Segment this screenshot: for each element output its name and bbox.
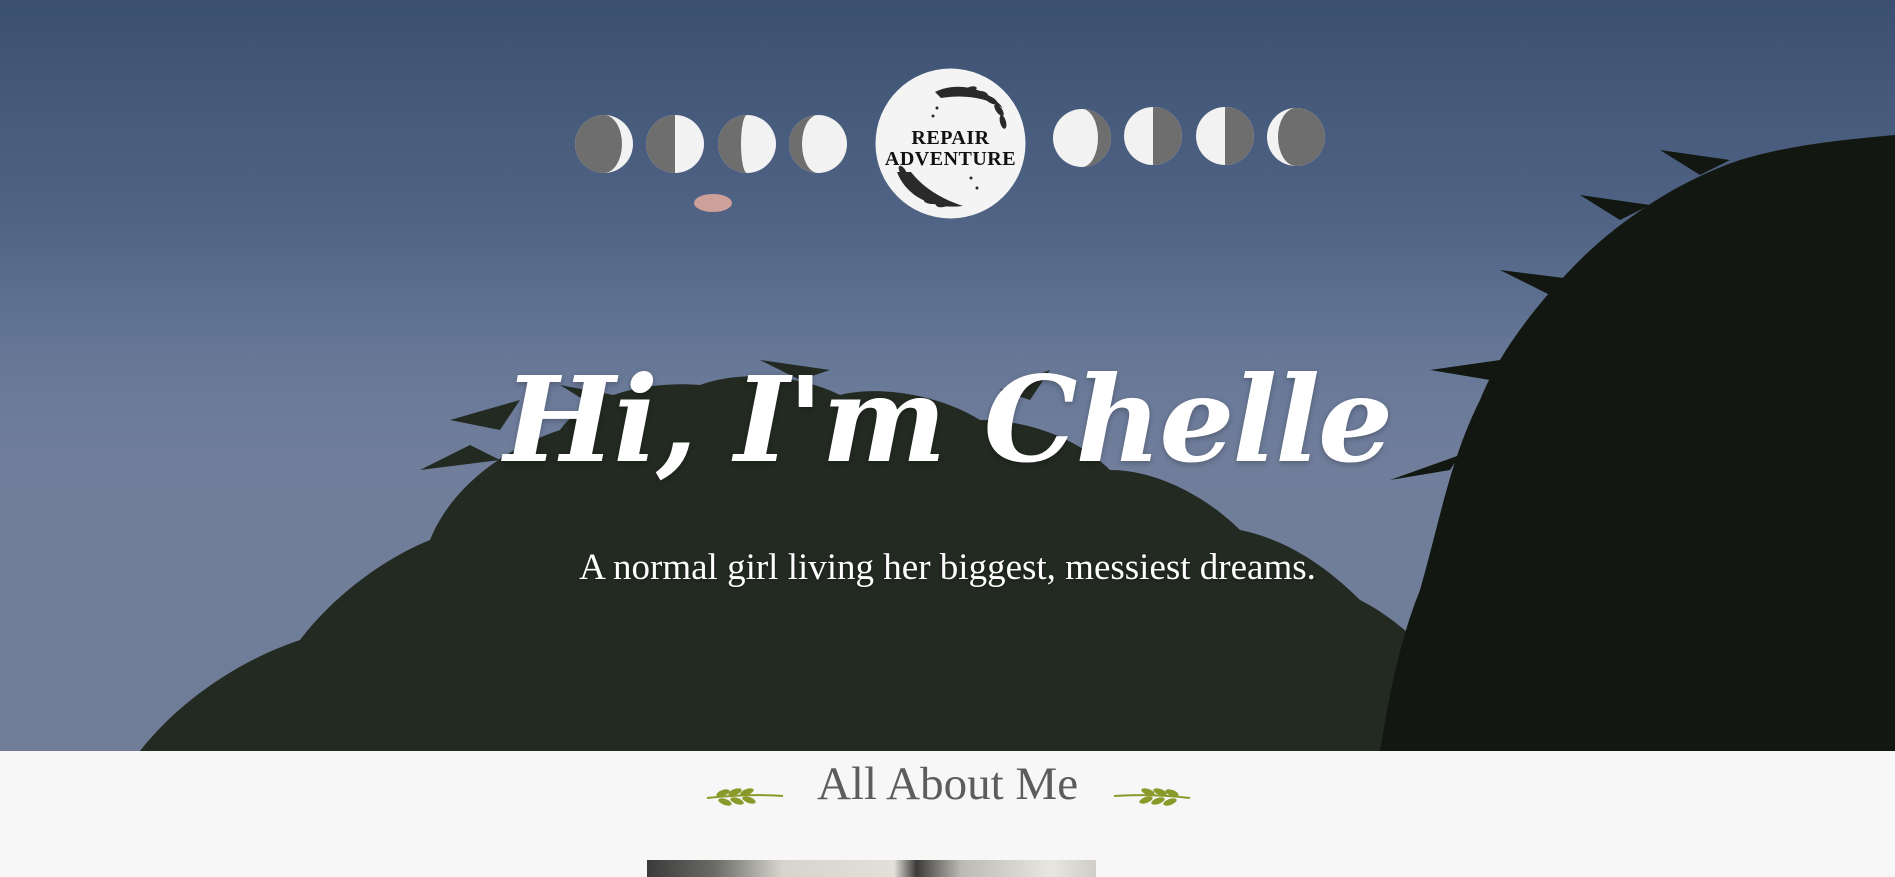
last-quarter-icon [1124,107,1182,165]
olive-branch-icon [1113,788,1191,806]
waning-gibbous-icon [1053,109,1111,167]
hero-tagline: A normal girl living her biggest, messie… [579,547,1316,588]
logo-text-line2: ADVENTURE [884,148,1017,170]
hero-headline: Hi, I'm Chelle [503,350,1393,489]
waxing-gibbous-icon [718,115,776,173]
moon-phase-row: REPAIR ADVENTURE [0,0,1895,230]
site-logo[interactable]: REPAIR ADVENTURE [875,68,1026,219]
hero-banner: REPAIR ADVENTURE Hi, I'm Chelle A normal… [0,0,1895,751]
about-title: All About Me [816,758,1079,810]
first-quarter-icon [646,115,704,173]
last-quarter-icon [1196,107,1254,165]
waxing-gibbous-icon [789,115,847,173]
logo-text-line1: REPAIR [911,127,990,149]
waning-crescent-icon [1267,108,1325,166]
about-section-header: All About Me [0,752,1895,812]
about-photo [647,860,1096,877]
waxing-crescent-icon [575,115,633,173]
